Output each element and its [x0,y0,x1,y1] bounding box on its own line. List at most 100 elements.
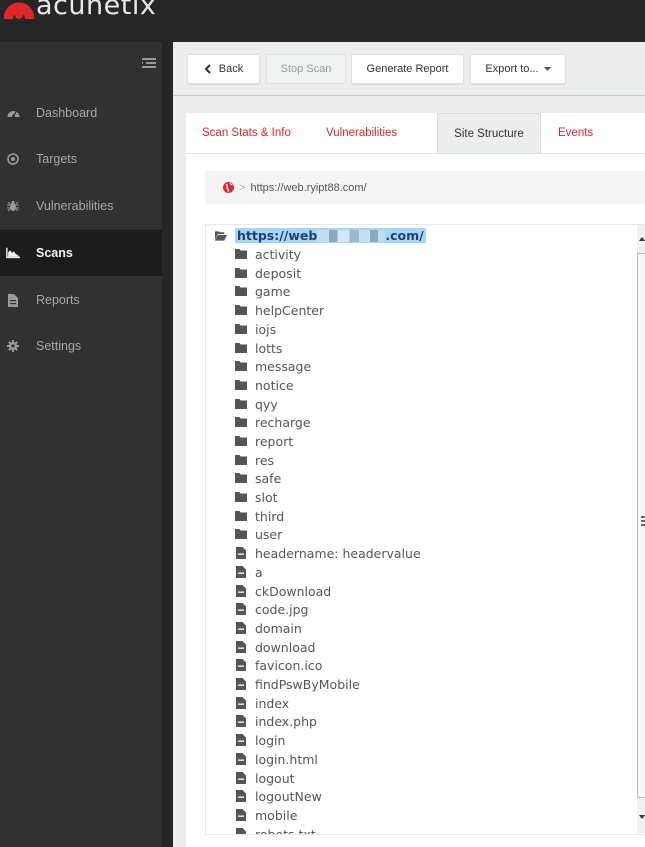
tree-root[interactable]: https://web .com/ [215,226,426,244]
tree-folder[interactable]: iojs [235,320,276,338]
folder-open-icon [215,229,227,241]
tree-scrollbar[interactable] [637,225,645,833]
tab-vulnerabilities[interactable]: Vulnerabilities [326,113,397,153]
sidebar-item-label: Reports [36,293,80,307]
stop-scan-button[interactable]: Stop Scan [266,54,346,84]
tree-folder[interactable]: third [235,507,284,525]
breadcrumb: > https://web.ryipt88.com/ [205,171,645,204]
tree-file[interactable]: logoutNew [235,787,322,805]
root-url-prefix: https://web [237,227,318,243]
tree-item-label: ckDownload [255,583,332,599]
folder-icon [235,398,247,410]
export-button[interactable]: Export to... [470,54,566,84]
folder-icon [235,491,247,503]
breadcrumb-path[interactable]: https://web.ryipt88.com/ [250,182,366,194]
sidebar-item-reports[interactable]: Reports [0,277,162,323]
sidebar-item-settings[interactable]: Settings [0,323,162,369]
tree-file[interactable]: ckDownload [235,582,331,600]
tree-folder[interactable]: activity [235,245,301,263]
tree-folder[interactable]: helpCenter [235,301,324,319]
tree-item-label: report [255,433,294,449]
tree-folder[interactable]: game [235,282,290,300]
file-icon [235,603,247,615]
file-icon [235,715,247,727]
tree-folder[interactable]: deposit [235,264,301,282]
generate-report-button[interactable]: Generate Report [351,54,464,84]
tree-file[interactable]: findPswByMobile [235,675,360,693]
area-chart-icon [6,246,20,260]
back-button[interactable]: Back [187,54,260,84]
tree-item-label: iojs [255,321,277,337]
sidebar-item-targets[interactable]: Targets [0,136,162,182]
folder-icon [235,528,247,540]
tree-folder[interactable]: lotts [235,339,282,357]
acunetix-logo[interactable]: acunetix [4,0,156,21]
tree-item-label: login [255,732,286,748]
tree-item-label: third [255,508,285,524]
sidebar-item-dashboard[interactable]: Dashboard [0,90,162,136]
folder-icon [235,510,247,522]
tab-label: Vulnerabilities [326,127,398,139]
sidebar-toggle-icon[interactable] [142,58,156,68]
tree-file[interactable]: favicon.ico [235,656,322,674]
tree-file[interactable]: index [235,694,289,712]
file-icon [235,547,247,559]
tree-file[interactable]: login.html [235,750,318,768]
scroll-up-arrow-icon[interactable] [639,237,645,241]
tree-file[interactable]: a [235,563,263,581]
tree-folder[interactable]: slot [235,488,278,506]
file-icon [235,734,247,746]
tree-file[interactable]: headername: headervalue [235,544,421,562]
bug-icon [6,199,20,213]
sidebar-divider [162,42,173,847]
tree-item-label: logoutNew [255,788,322,804]
site-tree: https://web .com/ activity deposit game help… [205,224,645,835]
tree-root-label: https://web .com/ [235,227,426,243]
tree-item-label: mobile [255,807,298,823]
tree-file[interactable]: domain [235,619,302,637]
tree-item-label: recharge [255,414,311,430]
tree-item-label: index [255,695,290,711]
tree-item-label: findPswByMobile [255,676,360,692]
sidebar-item-label: Dashboard [36,106,98,120]
sidebar-item-label: Vulnerabilities [36,199,114,213]
tree-folder[interactable]: recharge [235,413,311,431]
sidebar-item-scans[interactable]: Scans [0,230,162,276]
file-icon [6,293,20,307]
tree-file[interactable]: logout [235,769,295,787]
tree-folder[interactable]: notice [235,376,294,394]
tree-folder[interactable]: qyy [235,395,278,413]
tree-file[interactable]: code.jpg [235,600,308,618]
tree-file[interactable]: login [235,731,285,749]
tree-folder[interactable]: message [235,357,311,375]
tree-file[interactable]: robots.txt [235,825,316,834]
folder-icon [235,472,247,484]
tree-item-label: qyy [255,396,278,412]
caret-down-icon [543,67,551,71]
tree-item-label: lotts [255,340,283,356]
sidebar-item-vulnerabilities[interactable]: Vulnerabilities [0,183,162,229]
tree-folder[interactable]: report [235,432,293,450]
tree-folder[interactable]: res [235,451,274,469]
tree-file[interactable]: index.php [235,712,317,730]
file-icon [235,697,247,709]
file-icon [235,659,247,671]
scroll-down-arrow-icon[interactable] [639,815,645,819]
file-icon [235,753,247,765]
file-icon [235,566,247,578]
tab-scan-stats[interactable]: Scan Stats & Info [202,113,291,153]
tree-folder[interactable]: safe [235,469,281,487]
tab-site-structure[interactable]: Site Structure [437,113,541,153]
tree-file[interactable]: mobile [235,806,297,824]
tree-item-label: helpCenter [255,302,325,318]
tree-folder[interactable]: user [235,525,282,543]
tree-item-label: code.jpg [255,601,309,617]
tab-events[interactable]: Events [558,113,593,153]
redacted-domain [317,230,386,242]
tree-item-label: headername: headervalue [255,545,421,561]
scroll-thumb[interactable] [637,253,645,798]
scan-panel: Scan Stats & Info Vulnerabilities Site S… [186,113,645,847]
tree-file[interactable]: download [235,638,315,656]
toolbar: Back Stop Scan Generate Report Export to… [173,42,645,96]
folder-icon [235,379,247,391]
